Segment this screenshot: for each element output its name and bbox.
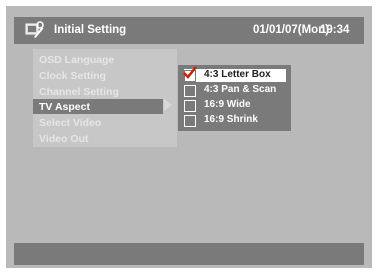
menu-item-label: Channel Setting xyxy=(39,86,119,98)
title-bar: Initial Setting 01/01/07(Mon) 19:34 xyxy=(14,17,364,44)
option-16-9-wide[interactable]: 16:9 Wide xyxy=(184,99,286,112)
date-display: 01/01/07(Mon) xyxy=(253,24,330,36)
option-4-3-letter-box[interactable]: 4:3 Letter Box xyxy=(183,66,286,82)
status-bar xyxy=(14,243,364,265)
menu-item-tv-aspect[interactable]: TV Aspect xyxy=(33,99,163,114)
checkbox[interactable] xyxy=(184,100,196,112)
option-4-3-pan-scan[interactable]: 4:3 Pan & Scan xyxy=(184,84,286,97)
menu-item-osd-language[interactable]: OSD Language xyxy=(33,52,177,67)
checkmark-icon xyxy=(183,66,197,79)
menu-item-label: Video Out xyxy=(39,133,89,145)
checkbox[interactable] xyxy=(184,115,196,127)
option-label: 16:9 Wide xyxy=(204,99,251,110)
option-label: 4:3 Pan & Scan xyxy=(204,84,277,95)
menu-item-channel-setting[interactable]: Channel Setting xyxy=(33,84,177,99)
option-label: 16:9 Shrink xyxy=(204,114,258,125)
settings-icon xyxy=(25,21,44,38)
settings-menu: OSD Language Clock Setting Channel Setti… xyxy=(33,49,177,147)
checkbox[interactable] xyxy=(184,85,196,97)
menu-item-video-out[interactable]: Video Out xyxy=(33,131,177,146)
chevron-right-icon xyxy=(164,99,172,111)
time-display: 19:34 xyxy=(320,24,350,36)
option-label: 4:3 Letter Box xyxy=(204,69,271,80)
menu-item-clock-setting[interactable]: Clock Setting xyxy=(33,68,177,83)
tv-aspect-submenu: 4:3 Letter Box 4:3 Pan & Scan 16:9 Wide … xyxy=(178,65,291,131)
menu-item-label: Select Video xyxy=(39,117,102,129)
page-title: Initial Setting xyxy=(54,24,127,36)
menu-item-label: OSD Language xyxy=(39,54,115,66)
menu-item-select-video[interactable]: Select Video xyxy=(33,115,177,130)
menu-item-label: TV Aspect xyxy=(39,101,90,113)
menu-item-label: Clock Setting xyxy=(39,70,107,82)
option-16-9-shrink[interactable]: 16:9 Shrink xyxy=(184,114,286,127)
